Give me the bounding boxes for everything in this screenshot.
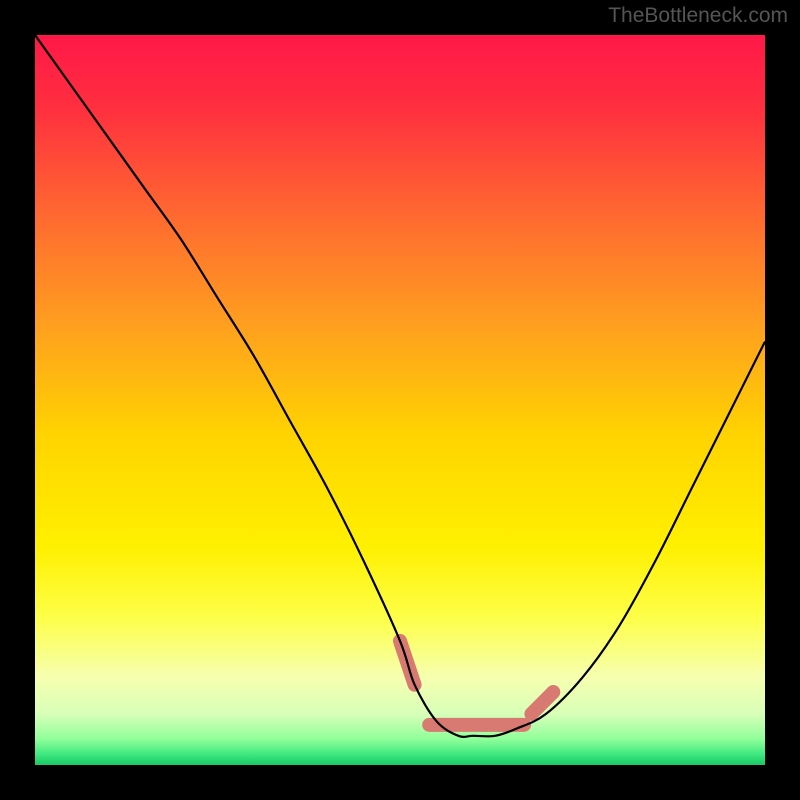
chart-svg [35, 35, 765, 765]
plot-area [35, 35, 765, 765]
watermark-text: TheBottleneck.com [608, 4, 788, 28]
